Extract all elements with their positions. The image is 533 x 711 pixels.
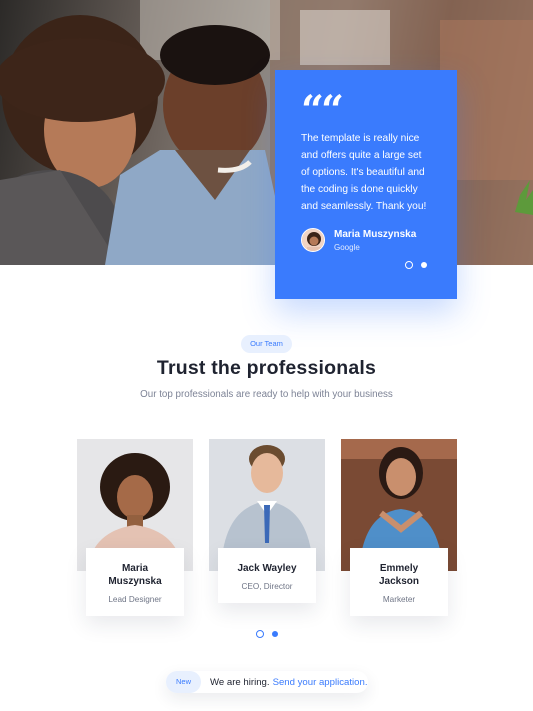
avatar (301, 228, 325, 252)
testimonial-author: Maria Muszynska Google (301, 228, 431, 252)
member-role: Marketer (382, 595, 416, 604)
slide-dot[interactable] (421, 262, 427, 268)
member-role: CEO, Director (241, 582, 293, 591)
member-role: Lead Designer (108, 595, 162, 604)
quote-icon: ““ (301, 87, 344, 134)
author-company: Google (334, 242, 360, 252)
section-subtitle: Our top professionals are ready to help … (140, 389, 393, 400)
send-application-link[interactable]: Send your application. (273, 677, 368, 688)
team-member-card[interactable]: Jack Wayley CEO, Director (218, 548, 316, 603)
testimonial-pagination (405, 261, 427, 269)
testimonial-card: ““ The template is really nice and offer… (275, 70, 457, 299)
team-pagination (256, 630, 278, 638)
author-name: Maria Muszynska (334, 228, 417, 240)
slide-dot-active[interactable] (405, 261, 413, 269)
member-name: Maria Muszynska (108, 563, 162, 587)
section-title: Trust the professionals (156, 357, 377, 379)
hiring-text: We are hiring. Send your application. (210, 677, 367, 688)
slide-dot[interactable] (272, 631, 278, 637)
member-name: Jack Wayley (237, 563, 297, 574)
team-member-card[interactable]: Maria Muszynska Lead Designer (86, 548, 184, 616)
slide-dot-active[interactable] (256, 630, 264, 638)
hiring-message: We are hiring. (210, 676, 270, 688)
new-badge: New (166, 671, 202, 693)
section-badge: Our Team (241, 335, 292, 353)
testimonial-text: The template is really nice and offers q… (301, 133, 427, 212)
member-name: Emmely Jackson (378, 563, 420, 587)
team-member-card[interactable]: Emmely Jackson Marketer (350, 548, 448, 616)
hiring-banner: New We are hiring. Send your application. (166, 671, 368, 693)
